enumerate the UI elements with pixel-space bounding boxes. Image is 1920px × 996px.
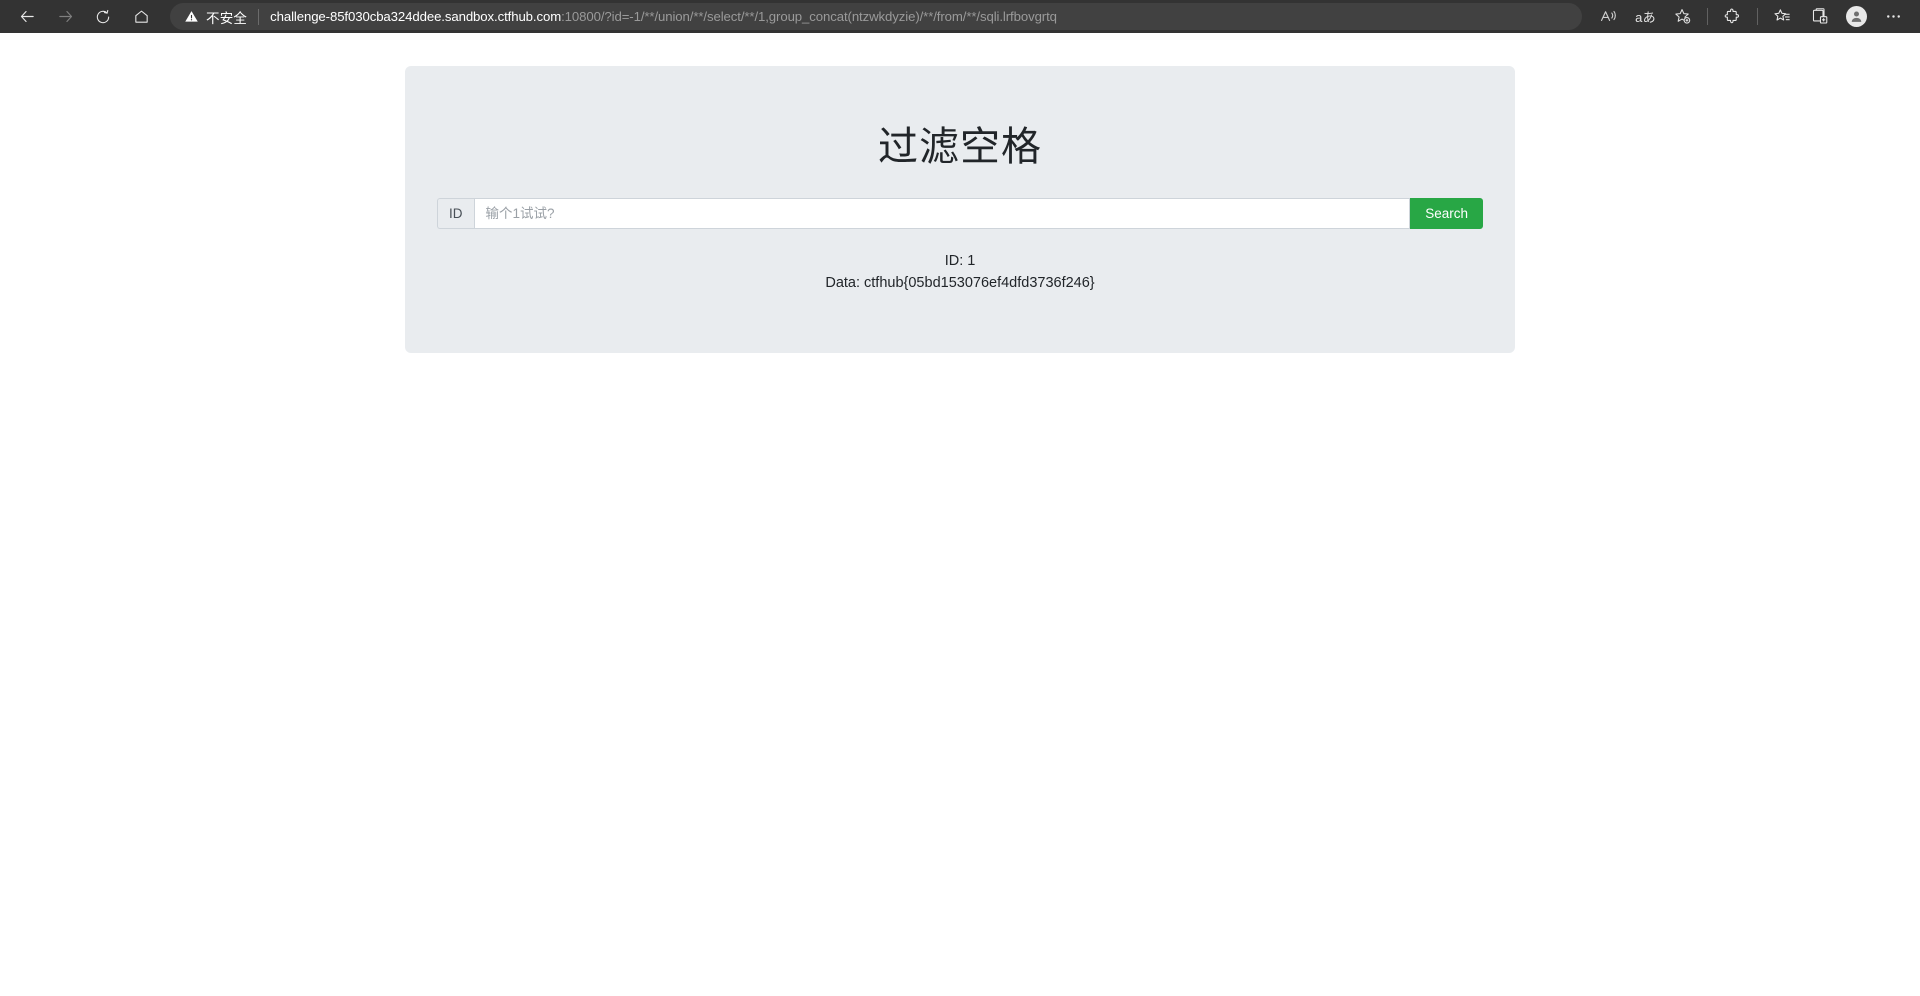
security-label: 不安全 — [206, 10, 248, 26]
content-panel: 过滤空格 ID Search ID: 1 Data: ctfhub{05bd15… — [405, 66, 1515, 353]
id-prefix-label: ID — [437, 198, 474, 229]
person-icon — [1851, 11, 1862, 22]
search-button[interactable]: Search — [1410, 198, 1483, 229]
read-aloud-button[interactable] — [1590, 3, 1627, 31]
favorites-button[interactable] — [1764, 3, 1801, 31]
collections-button[interactable] — [1801, 3, 1838, 31]
page-viewport: 过滤空格 ID Search ID: 1 Data: ctfhub{05bd15… — [0, 33, 1920, 996]
settings-and-more-button[interactable] — [1875, 3, 1912, 31]
search-form: ID Search — [437, 198, 1483, 229]
refresh-button[interactable] — [84, 3, 122, 31]
site-security-indicator[interactable]: 不安全 — [184, 7, 258, 27]
read-aloud-icon — [1600, 10, 1616, 22]
url-path: :10800/?id=-1/**/union/**/select/**/1,gr… — [561, 9, 1057, 24]
star-plus-icon — [1675, 9, 1691, 24]
url-host: challenge-85f030cba324ddee.sandbox.ctfhu… — [270, 9, 562, 24]
toolbar-divider-left — [1707, 8, 1708, 25]
translate-label: aあ — [1635, 10, 1656, 25]
refresh-icon — [96, 9, 110, 23]
back-arrow-icon — [20, 10, 34, 23]
url-text: challenge-85f030cba324ddee.sandbox.ctfhu… — [259, 9, 1572, 24]
home-button[interactable] — [122, 3, 160, 31]
profile-button[interactable] — [1838, 3, 1875, 31]
add-to-favorites-button[interactable] — [1664, 3, 1701, 31]
home-icon — [134, 10, 148, 23]
warning-triangle-icon — [185, 11, 198, 22]
page-title: 过滤空格 — [878, 125, 1042, 169]
toolbar-divider-right — [1757, 8, 1758, 25]
avatar — [1846, 6, 1867, 27]
collections-add-icon — [1812, 8, 1828, 24]
search-input[interactable] — [473, 198, 1411, 229]
ellipsis-icon — [1887, 15, 1900, 18]
back-button[interactable] — [8, 3, 46, 31]
browser-toolbar: 不安全 challenge-85f030cba324ddee.sandbox.c… — [0, 0, 1920, 33]
query-result: ID: 1 Data: ctfhub{05bd153076ef4dfd3736f… — [405, 250, 1515, 295]
translate-button[interactable]: aあ — [1627, 3, 1664, 31]
browser-actions: aあ — [1590, 3, 1912, 31]
puzzle-piece-icon — [1724, 8, 1740, 24]
result-id: ID: 1 — [944, 253, 976, 269]
favorites-star-list-icon — [1774, 9, 1790, 21]
forward-arrow-icon — [58, 10, 72, 23]
result-data: Data: ctfhub{05bd153076ef4dfd3736f246} — [825, 275, 1095, 292]
extensions-button[interactable] — [1714, 3, 1751, 31]
forward-button[interactable] — [46, 3, 84, 31]
address-bar[interactable]: 不安全 challenge-85f030cba324ddee.sandbox.c… — [170, 3, 1582, 30]
